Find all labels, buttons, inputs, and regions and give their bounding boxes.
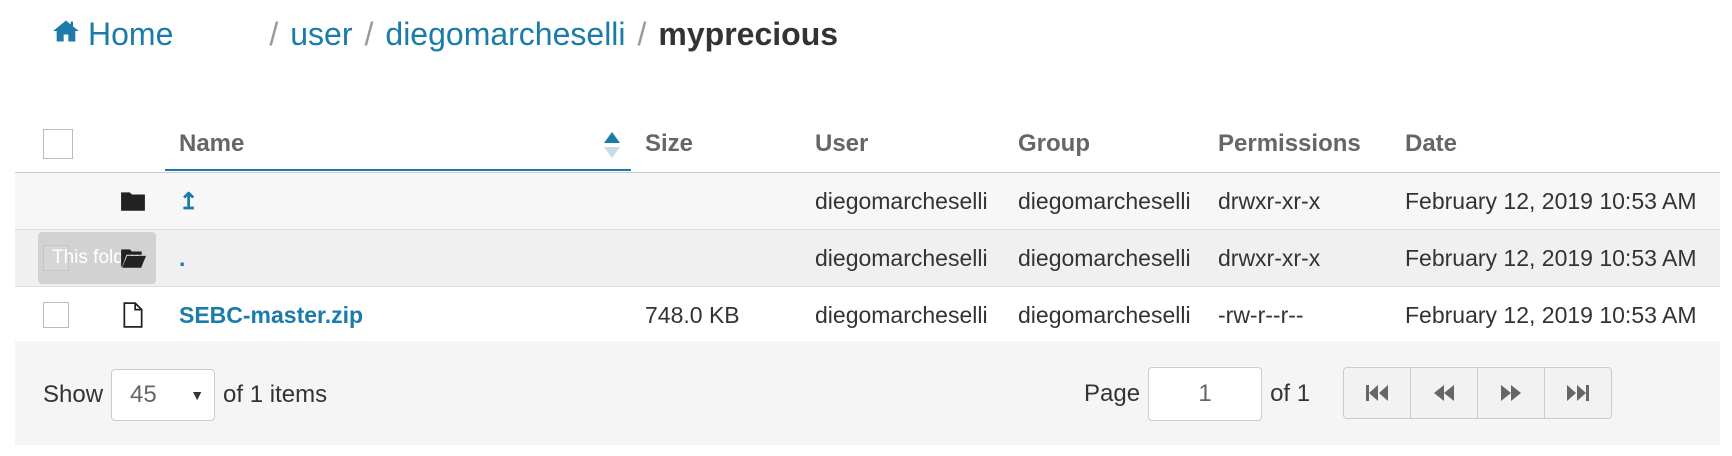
previous-page-icon <box>1434 385 1454 401</box>
previous-page-button[interactable] <box>1411 368 1478 418</box>
total-pages-label: of 1 <box>1270 380 1311 407</box>
file-icon <box>120 287 146 343</box>
row-size: 748.0 KB <box>645 301 740 328</box>
breadcrumb-current: myprecious <box>658 15 839 52</box>
breadcrumb-item-user[interactable]: user <box>290 16 352 53</box>
items-count-label: of 1 items <box>223 381 328 408</box>
chevron-down-icon: ▼ <box>190 387 205 403</box>
page-size-control: Show 45 ▼ of 1 items <box>43 369 327 421</box>
column-header-group[interactable]: Group <box>1018 116 1090 172</box>
current-folder-link[interactable]: . <box>179 245 185 272</box>
column-header-permissions[interactable]: Permissions <box>1218 116 1361 172</box>
page-number-input[interactable]: 1 <box>1148 367 1263 421</box>
select-all-checkbox[interactable] <box>43 129 73 159</box>
file-link[interactable]: SEBC-master.zip <box>179 302 363 329</box>
table-header: Name Size User Group Permissions Date <box>15 116 1720 173</box>
row-date: February 12, 2019 10:53 AM <box>1405 187 1697 214</box>
sort-asc-icon[interactable] <box>603 130 621 165</box>
parent-folder-link[interactable]: ↥ <box>179 188 198 215</box>
table-row[interactable]: This folder . diegomarcheselli diegomarc… <box>15 230 1720 287</box>
breadcrumb: Home / user / diegomarcheselli / mypreci… <box>52 10 838 58</box>
row-permissions: drwxr-xr-x <box>1218 244 1321 271</box>
row-date: February 12, 2019 10:53 AM <box>1405 301 1697 328</box>
page-size-value: 45 <box>130 381 157 408</box>
breadcrumb-home-label: Home <box>88 15 174 52</box>
row-permissions: drwxr-xr-x <box>1218 187 1321 214</box>
table-row[interactable]: SEBC-master.zip 748.0 KB diegomarchesell… <box>15 287 1720 344</box>
column-header-name[interactable]: Name <box>179 116 244 172</box>
breadcrumb-separator: / <box>637 15 647 52</box>
next-page-button[interactable] <box>1478 368 1545 418</box>
file-table: Name Size User Group Permissions Date ↥ … <box>15 116 1720 344</box>
column-header-date[interactable]: Date <box>1405 116 1457 172</box>
row-user: diegomarcheselli <box>815 187 988 214</box>
row-checkbox[interactable] <box>43 302 69 328</box>
sort-underline <box>165 169 631 171</box>
last-page-button[interactable] <box>1545 368 1611 418</box>
table-footer: Show 45 ▼ of 1 items Page 1 of 1 <box>15 341 1720 445</box>
row-group: diegomarcheselli <box>1018 244 1191 271</box>
page-label: Page <box>1084 380 1141 407</box>
pagination <box>1343 367 1612 419</box>
show-label: Show <box>43 381 104 408</box>
folder-icon <box>120 173 146 229</box>
next-page-icon <box>1501 385 1521 401</box>
row-date: February 12, 2019 10:53 AM <box>1405 244 1697 271</box>
breadcrumb-separator: / <box>364 15 374 52</box>
breadcrumb-separator: / <box>269 15 279 52</box>
row-user: diegomarcheselli <box>815 301 988 328</box>
breadcrumb-home-link[interactable]: Home <box>52 16 173 53</box>
row-group: diegomarcheselli <box>1018 187 1191 214</box>
column-header-user[interactable]: User <box>815 116 868 172</box>
table-row[interactable]: ↥ diegomarcheselli diegomarcheselli drwx… <box>15 173 1720 230</box>
row-permissions: -rw-r--r-- <box>1218 301 1304 328</box>
folder-open-icon <box>120 230 146 286</box>
page-size-select[interactable]: 45 ▼ <box>111 369 216 421</box>
row-group: diegomarcheselli <box>1018 301 1191 328</box>
row-user: diegomarcheselli <box>815 244 988 271</box>
first-page-icon <box>1366 385 1388 401</box>
breadcrumb-item-diegomarcheselli[interactable]: diegomarcheselli <box>385 16 625 53</box>
page-control: Page 1 of 1 <box>1084 367 1310 421</box>
column-header-size[interactable]: Size <box>645 116 693 172</box>
home-icon <box>52 16 80 53</box>
last-page-icon <box>1567 385 1589 401</box>
first-page-button[interactable] <box>1344 368 1411 418</box>
